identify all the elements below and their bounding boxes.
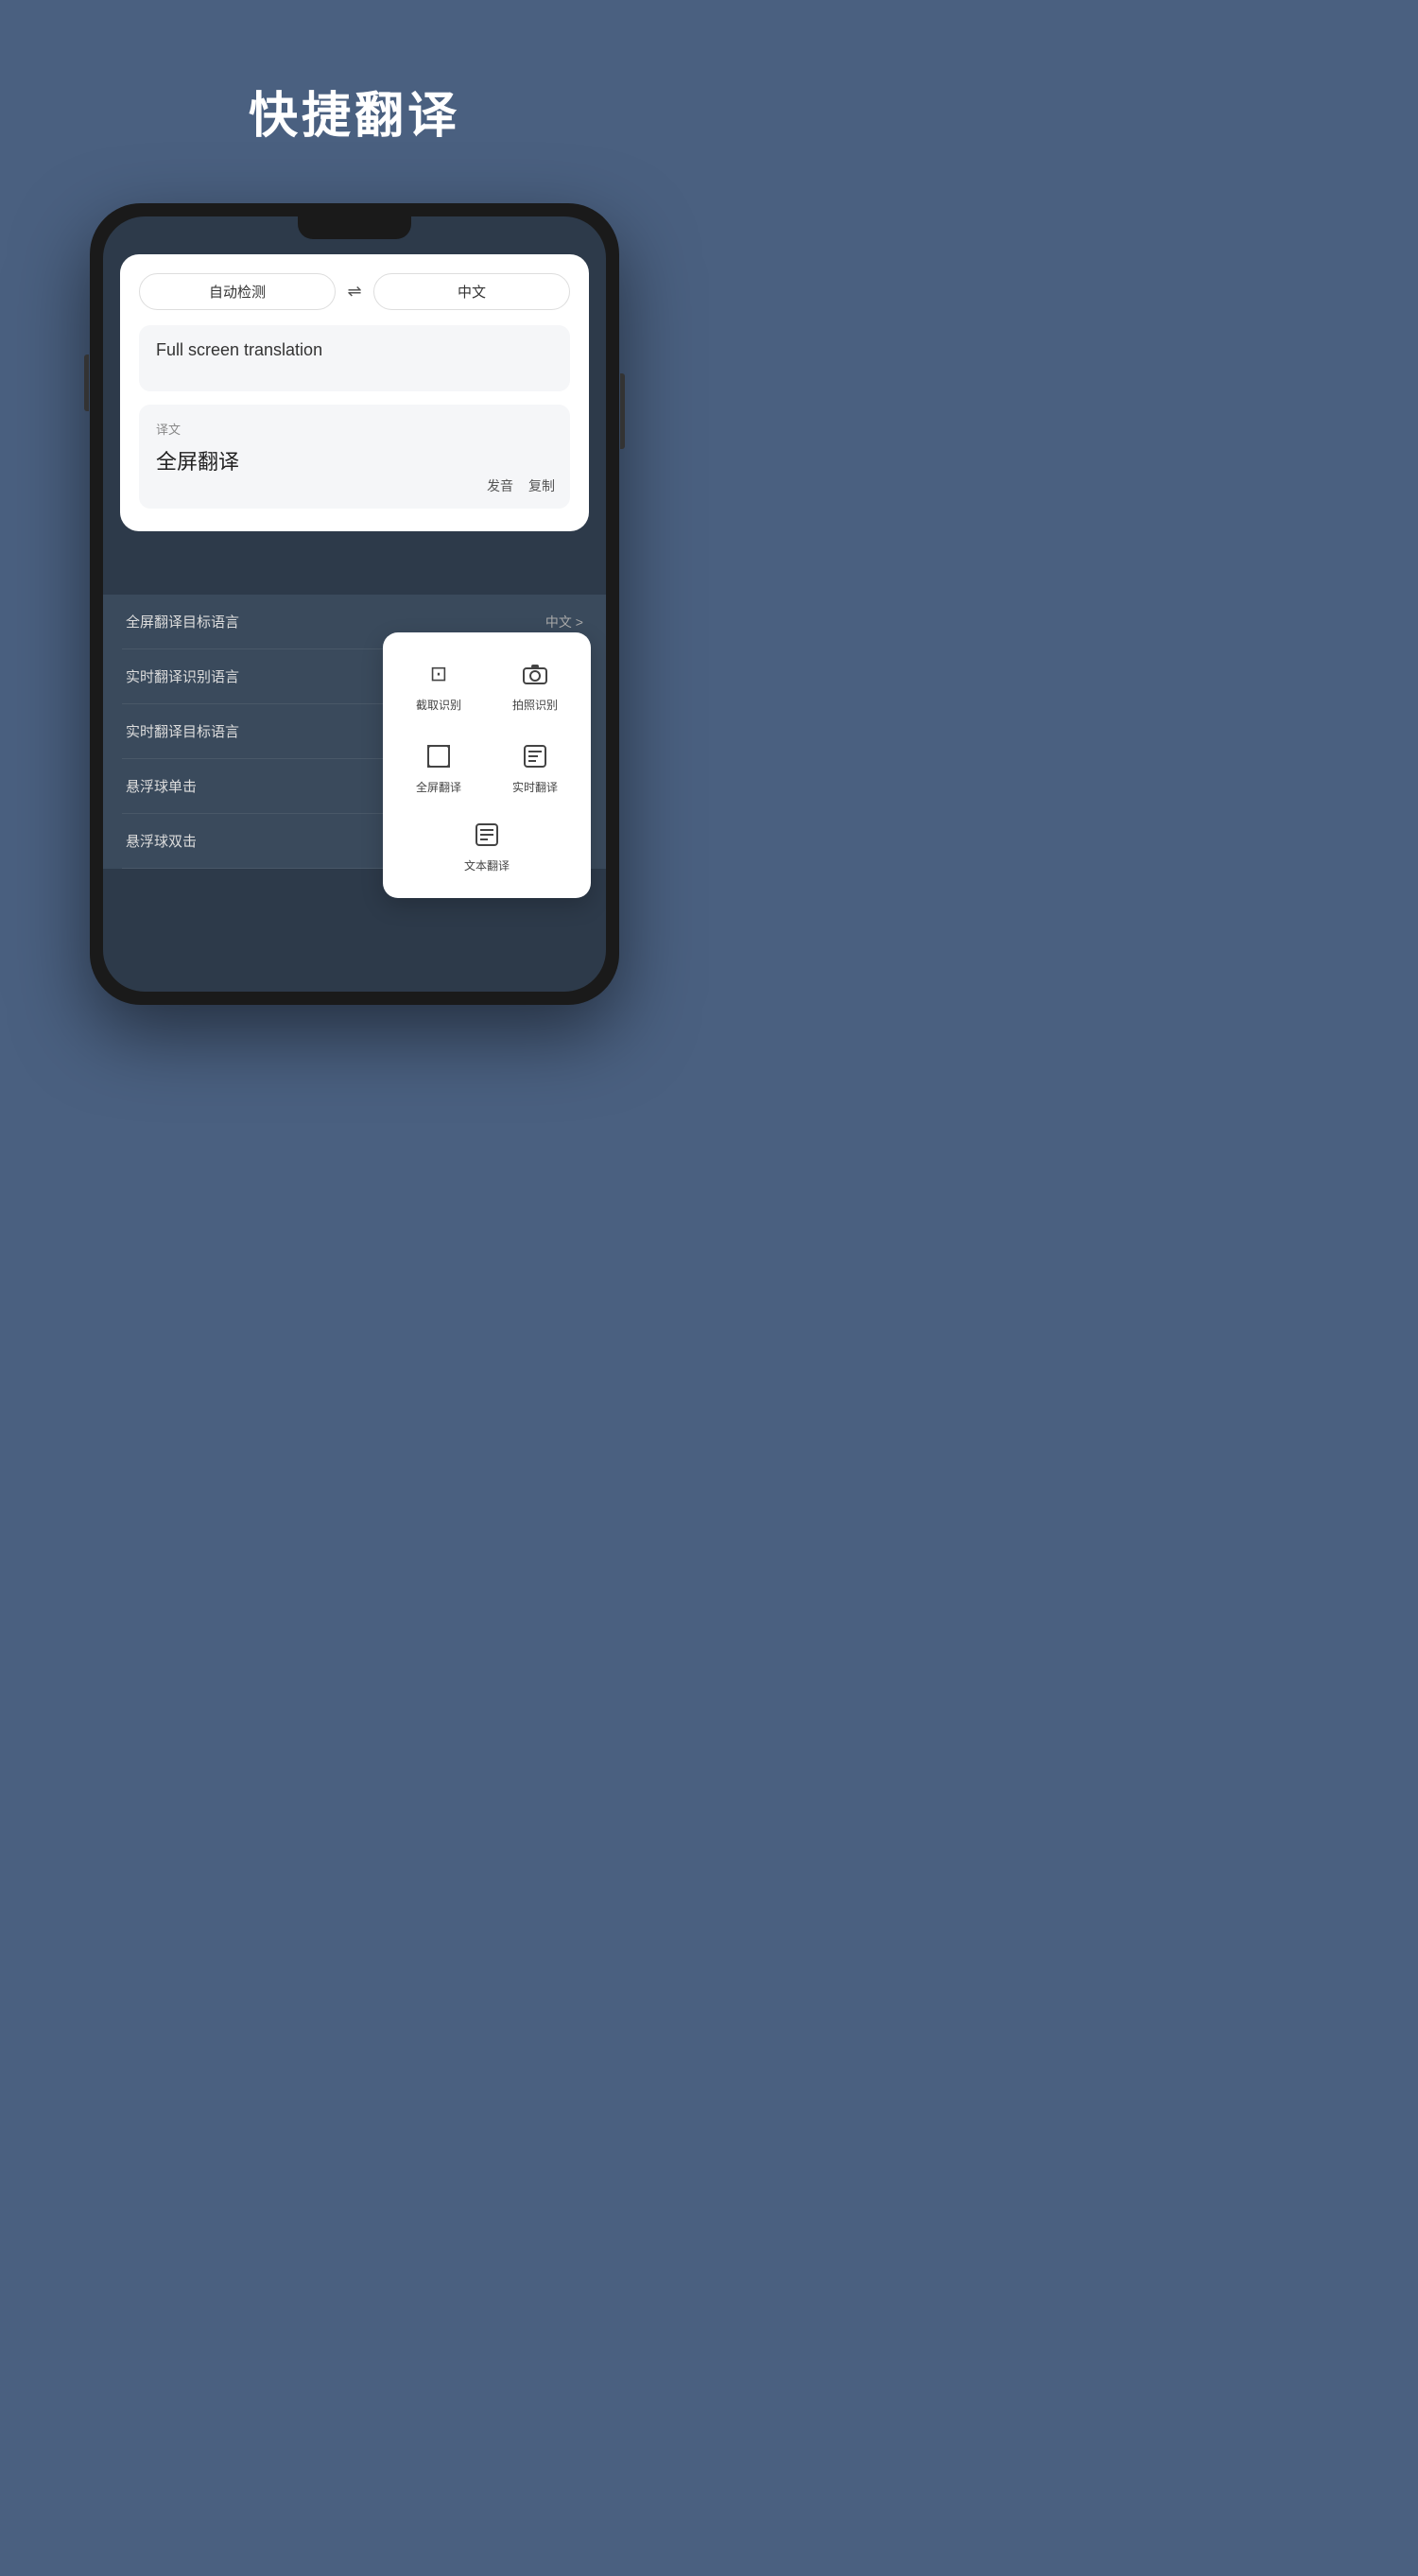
- phone-mockup: 自动检测 ⇌ 中文 Full screen translation 译文 全屏翻…: [90, 203, 619, 1005]
- input-area[interactable]: Full screen translation: [139, 325, 570, 391]
- quick-popup-grid: ⊡ 截取识别 拍照识别: [394, 648, 579, 804]
- text-translate-label: 文本翻译: [464, 857, 510, 873]
- quick-action-popup: ⊡ 截取识别 拍照识别: [383, 632, 591, 898]
- target-lang-button[interactable]: 中文: [373, 273, 570, 310]
- quick-item-text[interactable]: 文本翻译: [458, 808, 515, 883]
- realtime-icon: [518, 739, 552, 773]
- source-lang-button[interactable]: 自动检测: [139, 273, 336, 310]
- screenshot-label: 截取识别: [416, 697, 461, 713]
- phone-side-btn-right: [620, 373, 625, 449]
- screenshot-icon: ⊡: [422, 657, 456, 691]
- phone-side-btn-left: [84, 354, 89, 411]
- page-title: 快捷翻译: [249, 76, 460, 147]
- pronounce-button[interactable]: 发音: [487, 476, 513, 495]
- output-label: 译文: [156, 420, 553, 438]
- fullscreen-icon: [422, 739, 456, 773]
- output-text: 全屏翻译: [156, 445, 553, 475]
- quick-item-screenshot[interactable]: ⊡ 截取识别: [394, 648, 483, 722]
- phone-notch: [298, 216, 411, 239]
- quick-item-camera[interactable]: 拍照识别: [491, 648, 579, 722]
- fullscreen-label: 全屏翻译: [416, 779, 461, 795]
- text-translate-icon: [470, 818, 504, 852]
- quick-item-realtime[interactable]: 实时翻译: [491, 730, 579, 804]
- camera-label: 拍照识别: [512, 697, 558, 713]
- phone-outer: 自动检测 ⇌ 中文 Full screen translation 译文 全屏翻…: [90, 203, 619, 1005]
- phone-screen: 自动检测 ⇌ 中文 Full screen translation 译文 全屏翻…: [103, 216, 606, 992]
- quick-item-fullscreen[interactable]: 全屏翻译: [394, 730, 483, 804]
- camera-icon: [518, 657, 552, 691]
- swap-languages-button[interactable]: ⇌: [336, 282, 373, 302]
- input-text: Full screen translation: [156, 340, 322, 359]
- output-actions: 发音 复制: [487, 476, 555, 495]
- copy-button[interactable]: 复制: [528, 476, 555, 495]
- language-row: 自动检测 ⇌ 中文: [139, 273, 570, 310]
- translation-card: 自动检测 ⇌ 中文 Full screen translation 译文 全屏翻…: [120, 254, 589, 531]
- output-area: 译文 全屏翻译 发音 复制: [139, 405, 570, 509]
- realtime-label: 实时翻译: [512, 779, 558, 795]
